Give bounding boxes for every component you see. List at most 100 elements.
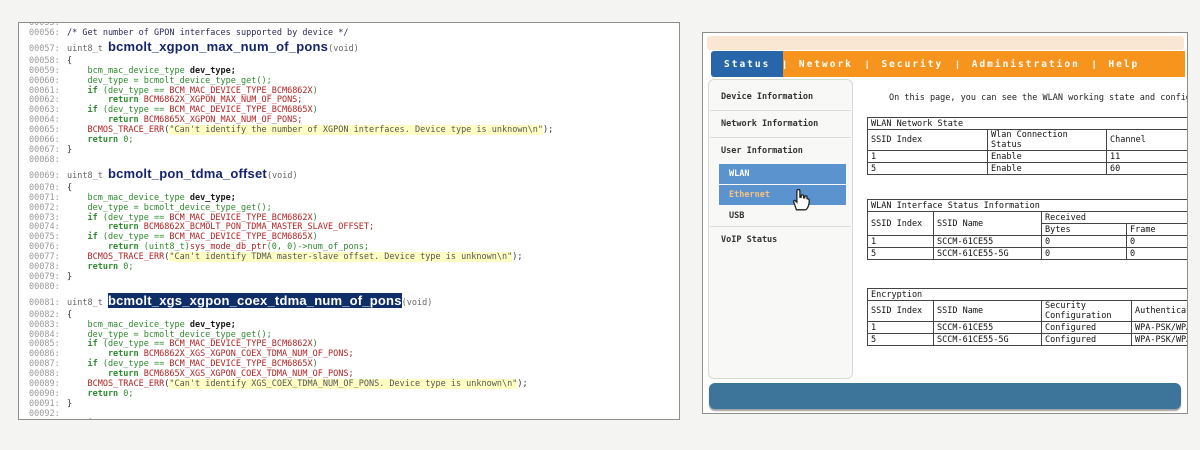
code-token: "Can't identify TDMA master-slave offset… (169, 252, 512, 262)
code-token: ) (313, 232, 318, 242)
table-cell: Enable (988, 163, 1107, 175)
table-encryption: EncryptionSSID IndexSSID NameSecurity Co… (867, 288, 1188, 346)
tab-administration[interactable]: Administration (959, 51, 1093, 77)
code-token: (dev_type == (98, 86, 170, 96)
code-token: bcm_mac_device_type (67, 320, 190, 330)
code-token: (void) (328, 44, 359, 54)
code-token[interactable]: BCM6862X_BCMOLT_PON_TDMA_MASTER_SLAVE_OF… (144, 222, 374, 232)
line-number[interactable]: 00069: (29, 169, 67, 184)
sidebar-item-device-information[interactable]: Device Information (709, 84, 852, 110)
line-number[interactable]: 00068: (29, 156, 67, 166)
code-token: if (67, 232, 98, 242)
table-row: 1SCCM-61CE55ConfiguredWPA-PSK/WPA2-PSK (868, 322, 1189, 334)
table-cell: WPA-PSK/WPA2-PSK (1132, 334, 1189, 346)
code-viewer-panel: 00055:00056:/* Get number of GPON interf… (18, 22, 680, 420)
function-name[interactable]: bcmolt_xgs_xgpon_coex_tdma_num_of_pons (108, 293, 402, 308)
code-token[interactable]: BCMOS_TRACE_ERR (87, 252, 164, 262)
code-line: 00056:/* Get number of GPON interfaces s… (29, 29, 679, 39)
code-line: 00081:uint8_t bcmolt_xgs_xgpon_coex_tdma… (29, 293, 679, 311)
table-cell: 5 (868, 248, 934, 260)
code-token[interactable]: BCM_MAC_DEVICE_TYPE_BCM6865X (169, 232, 312, 242)
table-row: 5SCCM-61CE55-5GConfiguredWPA-PSK/WPA2-PS… (868, 334, 1189, 346)
code-token[interactable]: BCM_MAC_DEVICE_TYPE_BCM6862X (169, 339, 312, 349)
code-line: 00080: (29, 283, 679, 293)
table-title: WLAN Network State (868, 118, 1189, 130)
column-header: Channel (1107, 130, 1189, 151)
code-token: return (67, 95, 139, 105)
code-token[interactable]: BCM6862X_XGS_XGPON_COEX_TDMA_NUM_OF_PONS… (144, 349, 354, 359)
table-cell: 1 (868, 322, 934, 334)
code-token: dev_type = bcmolt_device_type_get(); (67, 203, 272, 213)
table-cell: 11 (1107, 151, 1189, 163)
code-token: (0, 0)->num_of_pons; (267, 242, 369, 252)
mouse-cursor-icon (788, 186, 814, 212)
sidebar-item-wlan[interactable]: WLAN (719, 164, 846, 184)
code-token (67, 379, 87, 389)
table-cell: SCCM-61CE55 (934, 236, 1042, 248)
code-token[interactable]: BCM_MAC_DEVICE_TYPE_BCM6865X (169, 359, 312, 369)
sidebar-item-voip-status[interactable]: VoIP Status (709, 227, 852, 253)
code-token[interactable]: BCMOS_TRACE_ERR (87, 379, 164, 389)
code-token[interactable]: BCM6865X_XGS_XGPON_COEX_TDMA_NUM_OF_PONS… (144, 369, 354, 379)
code-token: "Can't identify the number of XGPON inte… (169, 125, 543, 135)
function-name[interactable]: bcmolt_pon_tdma_offset (108, 166, 267, 181)
code-token: return (67, 369, 139, 379)
code-token: return (67, 349, 139, 359)
sidebar-item-network-information[interactable]: Network Information (709, 111, 852, 137)
table-cell: SCCM-61CE55-5G (934, 334, 1042, 346)
sidebar-item-ethernet[interactable]: Ethernet (719, 185, 846, 205)
code-token[interactable]: BCM6865X_XGPON_MAX_NUM_OF_PONS; (144, 115, 303, 125)
code-token: ) (313, 213, 318, 223)
tab-security[interactable]: Security (868, 51, 956, 77)
code-token: (void) (267, 171, 298, 181)
tab-help[interactable]: Help (1095, 51, 1152, 77)
code-token: if (67, 359, 98, 369)
table-cell: 5 (868, 163, 988, 175)
line-number[interactable]: 00072: (29, 204, 67, 214)
code-token[interactable]: BCM_MAC_DEVICE_TYPE_BCM6862X (169, 213, 312, 223)
table-row: 1Enable11 (868, 151, 1189, 163)
code-token: (dev_type == (98, 232, 170, 242)
code-token[interactable]: BCM_MAC_DEVICE_TYPE_BCM6865X (169, 105, 312, 115)
code-token[interactable]: BCM_MAC_DEVICE_TYPE_BCM6862X (169, 86, 312, 96)
code-line: 00068: (29, 156, 679, 166)
column-header: Security Configuration (1042, 301, 1132, 322)
code-token: if (67, 339, 98, 349)
table-cell: SCCM-61CE55 (934, 322, 1042, 334)
column-header: Bytes (1042, 224, 1127, 236)
line-number[interactable]: 00081: (29, 296, 67, 311)
sidebar-item-user-information[interactable]: User Information (709, 138, 852, 164)
code-lines: 00055:00056:/* Get number of GPON interf… (19, 22, 679, 420)
code-token: return (67, 222, 139, 232)
code-token: ) (313, 339, 318, 349)
function-name[interactable]: bcmolt_xgpon_max_num_of_pons (108, 39, 328, 54)
code-token: return (67, 115, 139, 125)
code-token: ); (543, 125, 553, 135)
nav-tabs: Status|Network|Security|Administration|H… (711, 51, 1185, 77)
line-number[interactable]: 00056: (29, 29, 67, 39)
column-header: Frame (1127, 224, 1189, 236)
sidebar-item-usb[interactable]: USB (709, 206, 852, 226)
code-token: 0; (118, 135, 133, 145)
code-token: "Can't identify XGS_COEX_TDMA_NUM_OF_PON… (169, 379, 517, 389)
table-cell: 60 (1107, 163, 1189, 175)
code-line: 00067:} (29, 146, 679, 156)
code-token: return (67, 262, 118, 272)
code-token: return (67, 135, 118, 145)
code-token[interactable]: sys_mode_db_ptr (190, 242, 267, 252)
code-token: 0; (118, 262, 133, 272)
line-number[interactable]: 00057: (29, 42, 67, 57)
tab-network[interactable]: Network (786, 51, 866, 77)
code-token: /* Get number of GPON interfaces support… (67, 28, 348, 38)
line-number[interactable]: 00080: (29, 283, 67, 293)
code-token[interactable]: BCM6862X_XGPON_MAX_NUM_OF_PONS; (144, 95, 303, 105)
router-admin-panel: Status|Network|Security|Administration|H… (702, 32, 1188, 414)
tab-status[interactable]: Status (711, 51, 783, 77)
code-token: } (67, 145, 72, 155)
column-header: SSID Name (934, 212, 1042, 236)
table-cell: 1 (868, 236, 934, 248)
table-cell: SCCM-61CE55-5G (934, 248, 1042, 260)
main-content: On this page, you can see the WLAN worki… (867, 93, 1188, 409)
code-token: } (67, 399, 72, 409)
code-token[interactable]: BCMOS_TRACE_ERR (87, 125, 164, 135)
